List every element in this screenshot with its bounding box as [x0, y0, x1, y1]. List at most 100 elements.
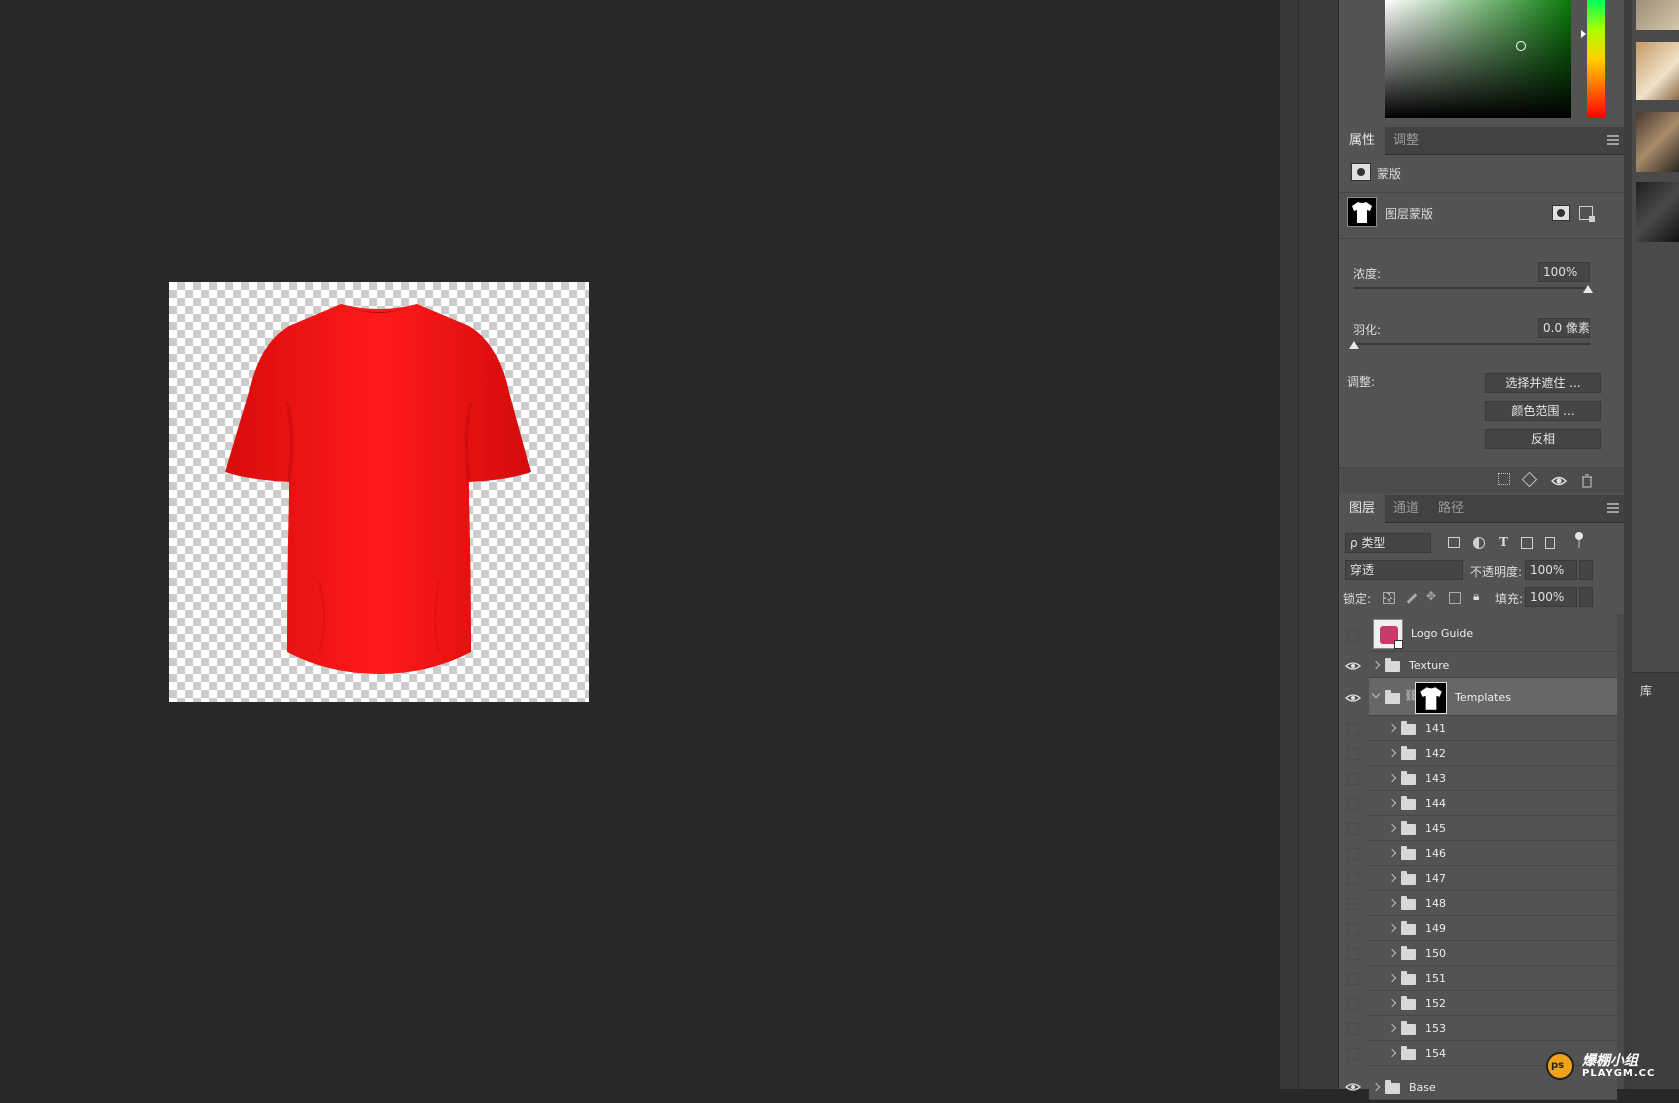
color-range-button[interactable]: 颜色范围 ...: [1485, 401, 1601, 421]
panel-menu-icon[interactable]: [1607, 135, 1619, 145]
lock-image-brush-icon[interactable]: [1406, 593, 1418, 604]
lock-artboard-icon[interactable]: [1449, 592, 1461, 604]
expand-chevron-icon[interactable]: [1387, 1048, 1397, 1058]
layer-group-row[interactable]: 145: [1369, 816, 1617, 841]
layer-group-row[interactable]: 142: [1369, 741, 1617, 766]
expand-chevron-icon[interactable]: [1387, 898, 1397, 908]
panel-divider[interactable]: [1280, 0, 1298, 1089]
expand-chevron-icon[interactable]: [1387, 998, 1397, 1008]
tab-adjustments[interactable]: 调整: [1383, 127, 1429, 155]
eye-icon[interactable]: [1550, 473, 1568, 489]
visibility-toggle[interactable]: [1341, 792, 1365, 816]
lock-all-icon[interactable]: 🔒︎: [1473, 589, 1479, 604]
visibility-eye-icon[interactable]: [1341, 654, 1365, 678]
tab-layers[interactable]: 图层: [1339, 495, 1386, 523]
expand-chevron-icon[interactable]: [1387, 923, 1397, 933]
opacity-dropdown-icon[interactable]: [1579, 560, 1593, 580]
expand-chevron-icon[interactable]: [1387, 748, 1397, 758]
lock-position-move-icon[interactable]: ✥: [1426, 589, 1436, 603]
layer-group-row[interactable]: 144: [1369, 791, 1617, 816]
filter-toggle-icon[interactable]: [1575, 532, 1583, 548]
visibility-toggle[interactable]: [1341, 892, 1365, 916]
expand-chevron-icon[interactable]: [1387, 948, 1397, 958]
expand-chevron-icon[interactable]: [1387, 773, 1397, 783]
opacity-field[interactable]: 100%: [1525, 560, 1577, 580]
layer-group-row[interactable]: 143: [1369, 766, 1617, 791]
layer-group-row[interactable]: 153: [1369, 1016, 1617, 1041]
layer-mask-thumbnail[interactable]: [1347, 197, 1377, 227]
hue-slider[interactable]: [1587, 0, 1605, 118]
density-slider[interactable]: [1354, 287, 1590, 289]
expand-chevron-icon[interactable]: [1387, 823, 1397, 833]
filter-adjustment-icon[interactable]: [1473, 537, 1485, 549]
visibility-eye-icon[interactable]: [1341, 1075, 1365, 1099]
library-thumbnail[interactable]: [1636, 112, 1679, 172]
filter-shape-icon[interactable]: [1521, 537, 1533, 549]
layer-group-row[interactable]: 150: [1369, 941, 1617, 966]
density-slider-thumb[interactable]: [1583, 285, 1593, 293]
visibility-toggle[interactable]: [1341, 942, 1365, 966]
layers-panel-menu-icon[interactable]: [1607, 503, 1619, 513]
color-field[interactable]: [1385, 0, 1571, 118]
hue-slider-marker-icon[interactable]: [1581, 30, 1586, 38]
layer-group-row[interactable]: 152: [1369, 991, 1617, 1016]
expand-chevron-icon[interactable]: [1371, 660, 1381, 670]
visibility-toggle[interactable]: [1341, 867, 1365, 891]
layer-templates[interactable]: ⛓︎ Templates: [1369, 678, 1617, 716]
expand-chevron-icon[interactable]: [1387, 973, 1397, 983]
layer-group-row[interactable]: 149: [1369, 916, 1617, 941]
visibility-toggle[interactable]: [1341, 767, 1365, 791]
expand-chevron-icon[interactable]: [1387, 873, 1397, 883]
visibility-toggle[interactable]: [1341, 917, 1365, 941]
visibility-toggle[interactable]: [1341, 817, 1365, 841]
expand-chevron-icon[interactable]: [1387, 798, 1397, 808]
feather-field[interactable]: 0.0 像素: [1538, 318, 1590, 338]
layer-logo-guide[interactable]: Logo Guide: [1369, 614, 1617, 652]
visibility-toggle[interactable]: [1341, 742, 1365, 766]
filter-pixel-icon[interactable]: [1448, 537, 1460, 548]
expand-chevron-icon[interactable]: [1371, 1082, 1381, 1092]
visibility-toggle[interactable]: [1341, 992, 1365, 1016]
layer-group-row[interactable]: 141: [1369, 716, 1617, 741]
invert-button[interactable]: 反相: [1485, 429, 1601, 449]
document-canvas[interactable]: [0, 0, 1280, 1089]
layer-group-row[interactable]: 148: [1369, 891, 1617, 916]
artboard-transparent[interactable]: [169, 282, 589, 702]
feather-slider-thumb[interactable]: [1349, 341, 1359, 349]
color-cursor-icon[interactable]: [1516, 41, 1526, 51]
layer-filter-select[interactable]: ρ 类型: [1345, 533, 1431, 553]
visibility-toggle[interactable]: [1341, 842, 1365, 866]
visibility-toggle[interactable]: [1341, 717, 1365, 741]
expand-chevron-icon[interactable]: [1387, 848, 1397, 858]
library-thumbnail[interactable]: [1636, 0, 1679, 30]
visibility-eye-icon[interactable]: [1341, 686, 1365, 710]
visibility-toggle[interactable]: [1341, 1017, 1365, 1041]
feather-slider[interactable]: [1354, 343, 1590, 345]
load-selection-icon[interactable]: [1498, 473, 1510, 485]
collapse-chevron-icon[interactable]: [1371, 689, 1381, 699]
visibility-toggle[interactable]: [1341, 967, 1365, 991]
tab-properties[interactable]: 属性: [1339, 127, 1386, 155]
layer-group-row[interactable]: 151: [1369, 966, 1617, 991]
expand-chevron-icon[interactable]: [1387, 723, 1397, 733]
density-field[interactable]: 100%: [1538, 262, 1590, 282]
layer-group-row[interactable]: 146: [1369, 841, 1617, 866]
pixel-mask-icon[interactable]: [1552, 205, 1570, 221]
library-thumbnail[interactable]: [1636, 182, 1679, 242]
visibility-toggle[interactable]: [1341, 624, 1365, 648]
layer-group-row[interactable]: 147: [1369, 866, 1617, 891]
library-thumbnail[interactable]: [1636, 42, 1679, 100]
lock-transparent-icon[interactable]: [1383, 592, 1395, 604]
filter-type-icon[interactable]: T: [1499, 535, 1508, 549]
fill-field[interactable]: 100%: [1525, 587, 1577, 607]
tab-libraries[interactable]: 库: [1640, 682, 1652, 699]
vector-mask-icon[interactable]: [1579, 206, 1595, 222]
filter-smart-object-icon[interactable]: [1545, 537, 1555, 549]
layer-texture[interactable]: Texture: [1369, 652, 1617, 678]
trash-icon[interactable]: [1580, 473, 1596, 489]
visibility-toggle[interactable]: [1341, 1042, 1365, 1066]
expand-chevron-icon[interactable]: [1387, 1023, 1397, 1033]
tab-channels[interactable]: 通道: [1383, 495, 1429, 523]
select-and-mask-button[interactable]: 选择并遮住 ...: [1485, 373, 1601, 393]
blend-mode-select[interactable]: 穿透: [1345, 560, 1463, 580]
